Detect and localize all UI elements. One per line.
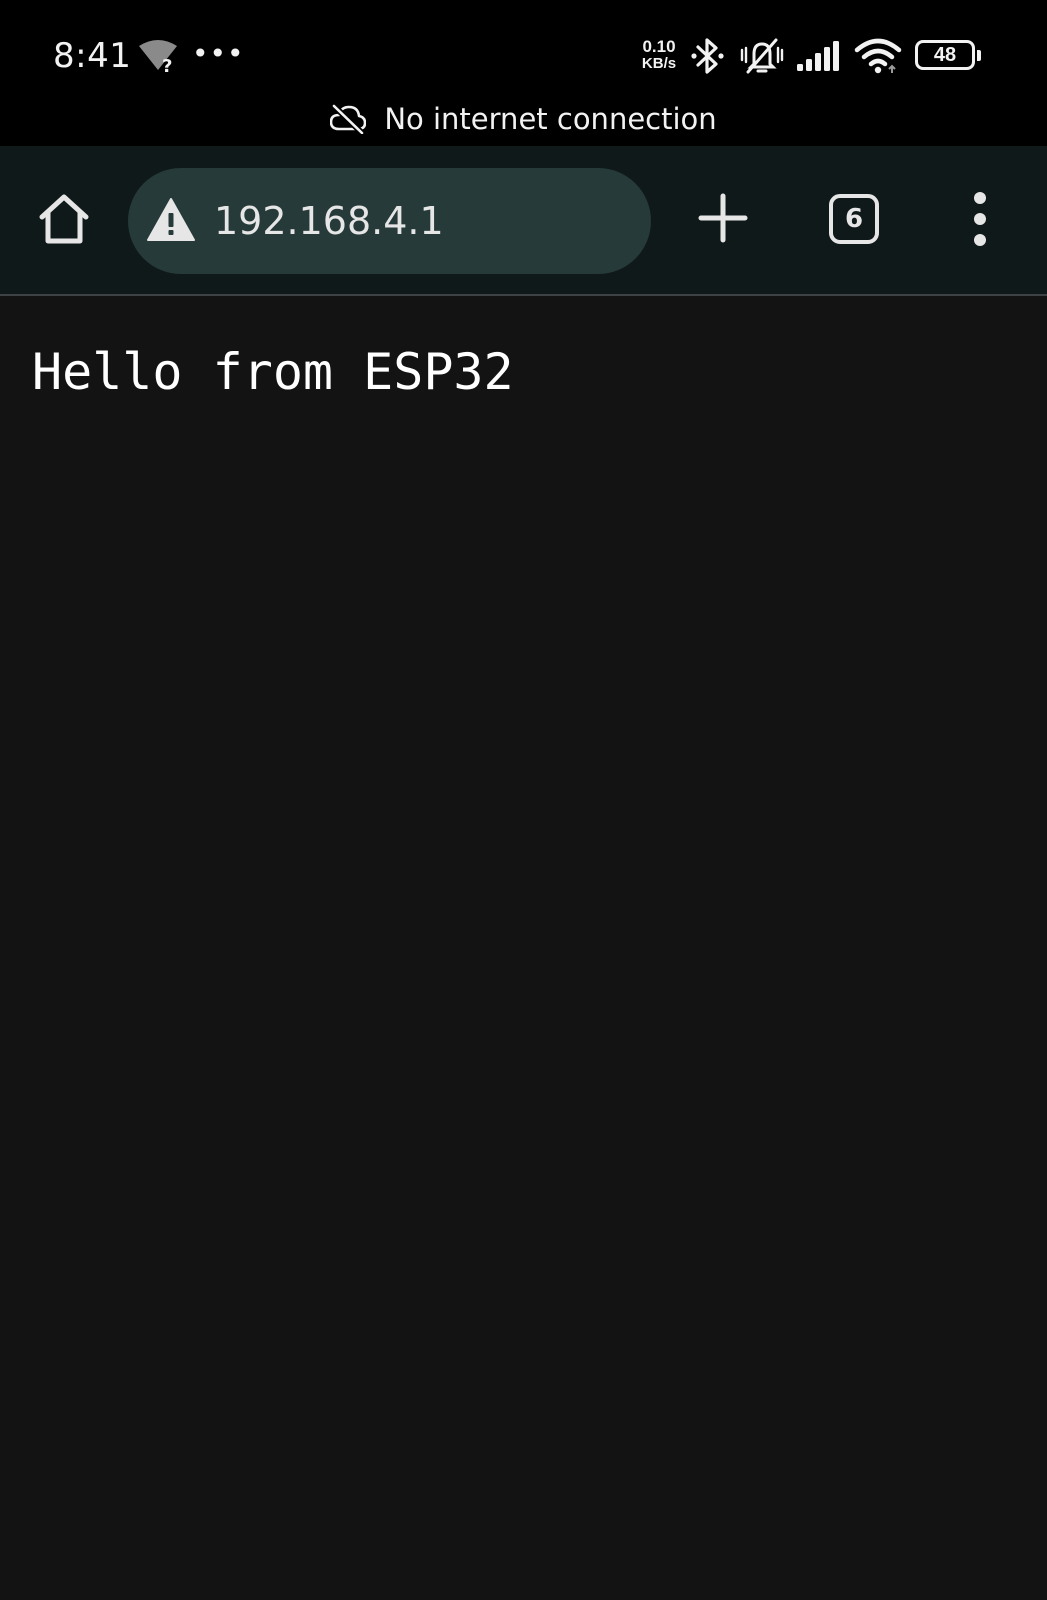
cloud-off-icon (330, 104, 367, 134)
home-icon[interactable] (34, 189, 94, 249)
wifi-icon (854, 38, 902, 74)
offline-banner: No internet connection (0, 96, 1047, 142)
silent-vibrate-icon (740, 38, 784, 74)
tab-switcher-button[interactable]: 6 (829, 194, 879, 244)
battery-tip (977, 50, 981, 61)
svg-text:?: ? (162, 56, 172, 74)
tab-count: 6 (844, 204, 864, 234)
plus-icon[interactable] (693, 188, 753, 248)
more-notifications-indicator: ••• (192, 37, 245, 70)
web-page-content: Hello from ESP32 (0, 296, 1047, 1600)
offline-text: No internet connection (384, 102, 717, 136)
address-bar[interactable]: 192.168.4.1 (128, 168, 651, 274)
battery-icon: 48 (915, 40, 981, 70)
network-speed: 0.10 KB/s (636, 38, 682, 72)
page-text: Hello from ESP32 (32, 343, 514, 401)
battery-level: 48 (933, 44, 957, 66)
bluetooth-icon (691, 38, 724, 74)
network-speed-value: 0.10 (642, 37, 676, 56)
url-text[interactable]: 192.168.4.1 (214, 168, 444, 274)
wifi-unknown-icon: ? (139, 40, 177, 74)
status-bar: 8:41 ? ••• 0.10 KB/s 48 No internet conn… (0, 0, 1047, 146)
network-speed-unit: KB/s (641, 55, 677, 72)
browser-toolbar: 192.168.4.1 6 (0, 146, 1047, 296)
signal-bars-icon (797, 41, 839, 71)
more-vert-icon[interactable] (960, 190, 1000, 248)
phone-screen: 8:41 ? ••• 0.10 KB/s 48 No internet conn… (0, 0, 1047, 1600)
warning-icon[interactable] (146, 197, 196, 243)
status-time: 8:41 (53, 36, 132, 76)
